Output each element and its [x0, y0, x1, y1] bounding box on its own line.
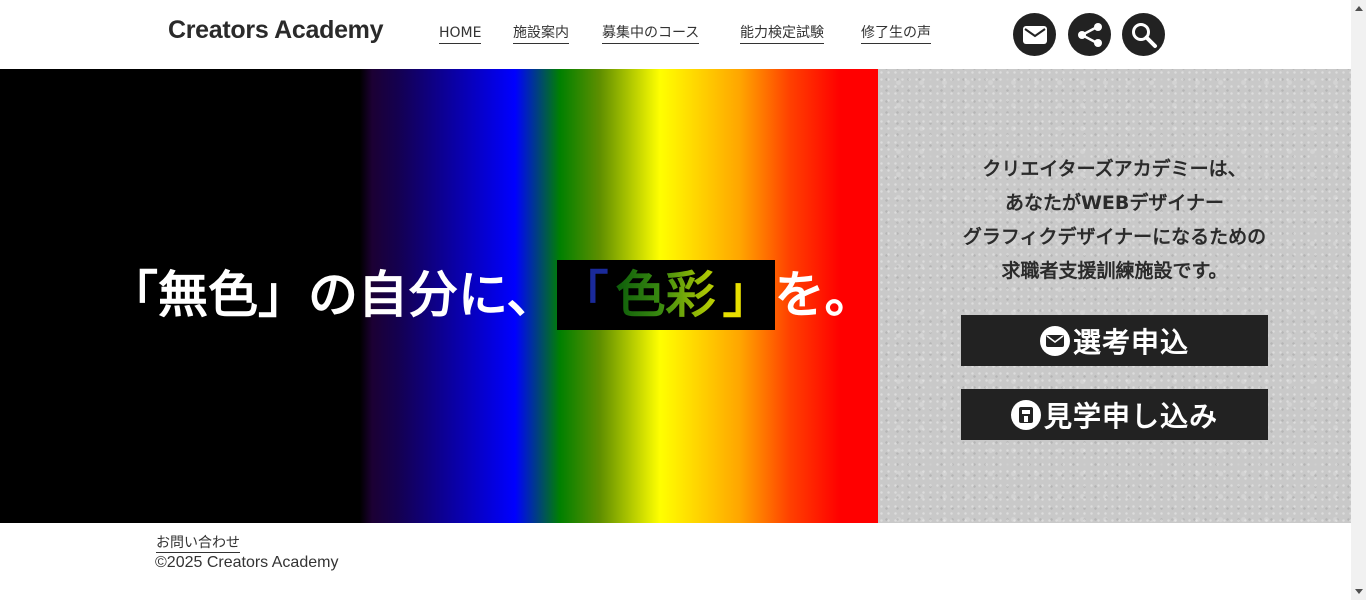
catch-prefix: 「無色」の自分に、	[108, 265, 557, 324]
search-icon	[1131, 22, 1157, 48]
nav-voices[interactable]: 修了生の声	[861, 24, 931, 44]
contact-link[interactable]: お問い合わせ	[156, 534, 240, 553]
hero-banner: 「無色」の自分に、 「色彩」 を。	[0, 69, 878, 523]
tour-button[interactable]: 見学申し込み	[961, 389, 1268, 440]
intro-line: 求職者支援訓練施設です。	[1001, 260, 1228, 282]
intro-line: あなたがWEBデザイナー	[1004, 192, 1225, 214]
nav-home[interactable]: HOME	[439, 24, 482, 44]
share-icon	[1077, 22, 1102, 47]
mail-icon	[1039, 325, 1070, 356]
copyright: ©2025 Creators Academy	[155, 554, 339, 571]
catch-open-bracket: 「	[558, 265, 609, 324]
share-button[interactable]	[1068, 13, 1111, 56]
intro-line: グラフィクデザイナーになるための	[962, 226, 1267, 248]
scroll-down-icon[interactable]	[1355, 589, 1363, 594]
mail-button[interactable]	[1013, 13, 1056, 56]
site-logo[interactable]: Creators Academy	[168, 16, 384, 45]
walking-icon	[1010, 399, 1041, 430]
scrollbar[interactable]	[1351, 0, 1366, 600]
catch-highlight-box: 「色彩」	[556, 260, 775, 330]
scroll-up-icon[interactable]	[1355, 6, 1363, 11]
catch-highlight: 色彩	[613, 260, 719, 330]
intro-panel: クリエイターズアカデミーは、 あなたがWEBデザイナー グラフィクデザイナーにな…	[878, 69, 1351, 523]
nav-courses[interactable]: 募集中のコース	[602, 24, 700, 44]
intro-line: クリエイターズアカデミーは、	[982, 158, 1247, 180]
mail-icon	[1022, 25, 1047, 44]
tour-label: 見学申し込み	[1043, 399, 1218, 433]
hero-catchcopy: 「無色」の自分に、 「色彩」 を。	[108, 260, 875, 330]
nav-facility[interactable]: 施設案内	[513, 24, 569, 44]
catch-close-bracket: 」	[722, 265, 773, 324]
apply-button[interactable]: 選考申込	[961, 315, 1268, 366]
apply-label: 選考申込	[1072, 325, 1189, 359]
site-header: Creators Academy HOME 施設案内 募集中のコース 能力検定試…	[0, 0, 1351, 69]
nav-exam[interactable]: 能力検定試験	[740, 24, 824, 44]
intro-text: クリエイターズアカデミーは、 あなたがWEBデザイナー グラフィクデザイナーにな…	[878, 152, 1351, 288]
catch-suffix: を。	[774, 265, 875, 324]
search-button[interactable]	[1122, 13, 1165, 56]
